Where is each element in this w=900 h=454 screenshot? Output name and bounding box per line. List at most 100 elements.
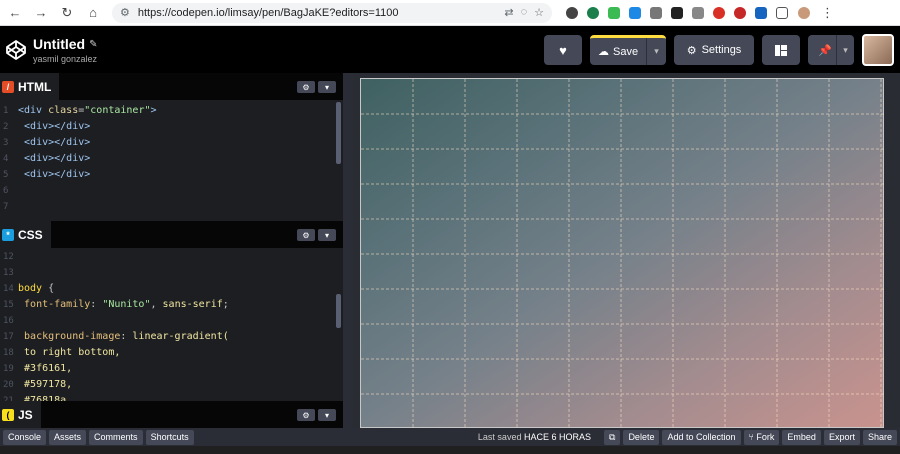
code-line: 6	[3, 186, 9, 196]
puzzle-icon[interactable]	[776, 6, 788, 19]
address-bar[interactable]: ⚙ https://codepen.io/limsay/pen/BagJaKE?…	[112, 2, 552, 23]
eye-off-icon[interactable]: ◌	[521, 6, 528, 19]
html-code-editor[interactable]: 1 <div class="container"> 2 <div></div> 3…	[0, 100, 343, 221]
reload-button[interactable]: ↻	[56, 3, 78, 23]
code-line: 2 <div></div>	[3, 121, 91, 132]
html-settings-gear-icon[interactable]: ⚙	[297, 81, 315, 93]
code-line: 12	[3, 252, 14, 262]
html-tab[interactable]: / HTML	[0, 73, 60, 100]
css-settings-gear-icon[interactable]: ⚙	[297, 229, 315, 241]
pen-author[interactable]: yasmil gonzalez	[33, 54, 98, 64]
embed-button[interactable]: Embed	[782, 429, 821, 445]
js-panel-header: ( JS ⚙ ▾	[0, 401, 343, 428]
heart-icon: ♥	[559, 42, 567, 58]
codepen-header: Untitled ✎ yasmil gonzalez ♥ ☁ Save ▾ ⚙ …	[0, 27, 900, 73]
export-button[interactable]: Export	[823, 429, 860, 445]
extension-icon[interactable]	[608, 6, 620, 19]
save-dropdown-chevron-icon[interactable]: ▾	[646, 38, 666, 65]
result-iframe[interactable]	[360, 78, 885, 429]
grid-overlay	[361, 79, 885, 429]
code-line: 15 font-family: "Nunito", sans-serif;	[3, 299, 229, 310]
last-saved-status: Last saved HACE 6 HORAS	[477, 432, 591, 442]
code-line: 5 <div></div>	[3, 169, 91, 180]
profile-avatar[interactable]	[797, 5, 811, 20]
html-scrollbar[interactable]	[336, 102, 341, 164]
extensions-bar	[566, 5, 811, 20]
extension-icon[interactable]	[692, 6, 704, 19]
html-collapse-chevron-icon[interactable]: ▾	[318, 81, 336, 93]
open-external-button[interactable]: ⧉	[604, 429, 621, 445]
extension-icon[interactable]	[587, 6, 599, 19]
html-panel-header: / HTML ⚙ ▾	[0, 73, 343, 100]
code-line: 16	[3, 316, 14, 326]
edit-pencil-icon[interactable]: ✎	[89, 39, 97, 50]
fork-icon: ⑂	[748, 432, 754, 442]
code-line: 14 body {	[3, 283, 55, 294]
pin-icon: 📌	[818, 44, 832, 57]
user-avatar[interactable]	[862, 34, 894, 66]
js-collapse-chevron-icon[interactable]: ▾	[318, 409, 336, 421]
code-line: 13	[3, 268, 14, 278]
bookmark-star-icon[interactable]: ☆	[534, 6, 544, 19]
external-link-icon: ⧉	[609, 431, 616, 442]
code-line: 19 #3f6161,	[3, 363, 73, 374]
extension-icon[interactable]	[566, 6, 578, 19]
css-scrollbar[interactable]	[336, 294, 341, 328]
editor-column: / HTML ⚙ ▾ 1 <div class="container"> 2 <d…	[0, 73, 343, 428]
pen-title[interactable]: Untitled ✎	[33, 36, 98, 52]
browser-toolbar: ← → ↻ ⌂ ⚙ https://codepen.io/limsay/pen/…	[0, 0, 900, 26]
code-line: 21 #76818a,	[3, 395, 73, 401]
pin-button[interactable]: 📌 ▾	[808, 35, 854, 65]
assets-button[interactable]: Assets	[49, 429, 87, 445]
cloud-icon: ☁	[598, 46, 609, 58]
translate-icon[interactable]: ⇄	[504, 6, 513, 19]
browser-menu-icon[interactable]: ⋮	[821, 5, 834, 21]
adblock-icon[interactable]	[713, 6, 725, 19]
add-to-collection-button[interactable]: Add to Collection	[662, 429, 741, 445]
gear-icon: ⚙	[686, 44, 697, 57]
home-button[interactable]: ⌂	[82, 3, 104, 23]
eyedropper-icon[interactable]	[671, 6, 683, 19]
code-line: 1 <div class="container">	[3, 105, 157, 116]
back-button[interactable]: ←	[4, 3, 26, 23]
shortcuts-button[interactable]: Shortcuts	[145, 429, 194, 445]
delete-button[interactable]: Delete	[623, 429, 660, 445]
extension-icon[interactable]	[629, 6, 641, 19]
code-line: 7	[3, 202, 9, 212]
share-button[interactable]: Share	[862, 429, 897, 445]
extension-icon[interactable]	[734, 6, 746, 19]
code-line: 3 <div></div>	[3, 137, 91, 148]
console-button[interactable]: Console	[3, 429, 47, 445]
pin-dropdown-chevron-icon[interactable]: ▾	[836, 35, 854, 65]
preview-pane	[353, 73, 900, 429]
js-settings-gear-icon[interactable]: ⚙	[297, 409, 315, 421]
layout-icon	[775, 44, 787, 56]
js-badge-icon: (	[2, 408, 14, 421]
heart-button[interactable]: ♥	[544, 35, 582, 65]
extension-icon[interactable]	[650, 6, 662, 19]
html-badge-icon: /	[2, 80, 14, 93]
change-view-button[interactable]	[762, 35, 800, 65]
comments-button[interactable]: Comments	[89, 429, 143, 445]
code-line: 4 <div></div>	[3, 153, 91, 164]
settings-button[interactable]: ⚙ Settings	[674, 35, 754, 65]
js-tab[interactable]: ( JS	[0, 401, 41, 428]
os-taskbar	[0, 446, 900, 454]
css-badge-icon: *	[2, 228, 14, 241]
code-line: 20 #597178,	[3, 379, 73, 390]
save-button[interactable]: ☁ Save ▾	[590, 35, 666, 65]
css-panel-header: * CSS ⚙ ▾	[0, 221, 343, 248]
download-icon[interactable]	[755, 6, 767, 19]
forward-button[interactable]: →	[30, 3, 52, 23]
css-collapse-chevron-icon[interactable]: ▾	[318, 229, 336, 241]
codepen-footer: Console Assets Comments Shortcuts Last s…	[0, 428, 900, 446]
css-tab[interactable]: * CSS	[0, 221, 51, 248]
url-text: https://codepen.io/limsay/pen/BagJaKE?ed…	[137, 6, 399, 19]
code-line: 17 background-image: linear-gradient(	[3, 331, 229, 342]
codepen-logo-icon[interactable]	[3, 37, 29, 63]
editor-resize-handle[interactable]	[343, 73, 353, 428]
fork-button[interactable]: ⑂ Fork	[743, 429, 780, 445]
code-line: 18 to right bottom,	[3, 347, 121, 358]
css-code-editor[interactable]: 12 13 14 body { 15 font-family: "Nunito",…	[0, 248, 343, 401]
site-info-icon[interactable]: ⚙	[120, 6, 130, 19]
